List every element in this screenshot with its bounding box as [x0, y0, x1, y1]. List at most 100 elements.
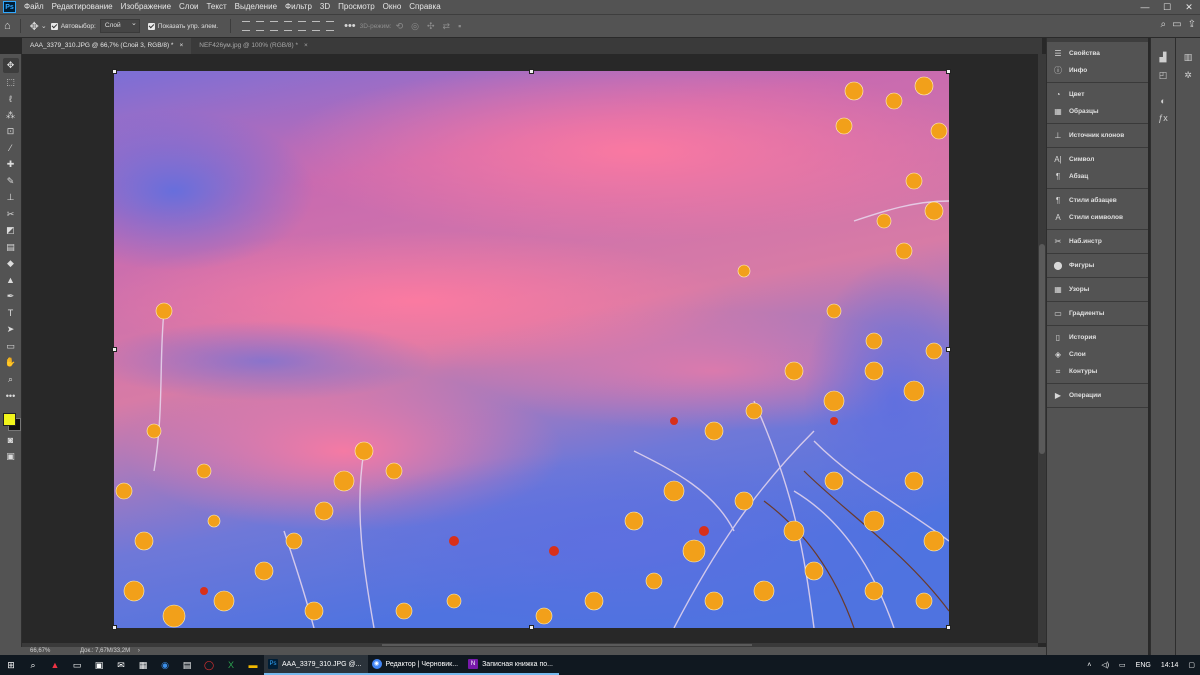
panel-paths[interactable]: ⌗ Контуры: [1047, 363, 1148, 380]
more-options-icon[interactable]: •••: [344, 20, 356, 32]
workspace-icon[interactable]: ▭: [1172, 19, 1181, 30]
brush-tool-icon[interactable]: ✎: [3, 174, 19, 189]
navigator-icon[interactable]: ◰: [1159, 70, 1168, 81]
menu-window[interactable]: Окно: [379, 0, 406, 14]
type-tool-icon[interactable]: T: [3, 306, 19, 321]
align-left-icon[interactable]: [242, 21, 251, 31]
home-icon[interactable]: ⌂: [4, 20, 11, 32]
3d-pan-icon[interactable]: ✣: [427, 21, 435, 32]
close-tab-icon[interactable]: ×: [304, 42, 308, 49]
network-icon[interactable]: ▭: [1119, 661, 1126, 669]
transform-handle[interactable]: [112, 69, 117, 74]
gallery-icon[interactable]: ▦: [132, 655, 154, 675]
panel-clone-source[interactable]: ⊥ Источник клонов: [1047, 127, 1148, 144]
desktop-icon[interactable]: ▭: [66, 655, 88, 675]
align-bottom-icon[interactable]: [312, 21, 321, 31]
align-vcenter-icon[interactable]: [298, 21, 307, 31]
panel-gradients[interactable]: ▭ Градиенты: [1047, 305, 1148, 322]
panel-info[interactable]: ⓘ Инфо: [1047, 62, 1148, 79]
panel-actions[interactable]: ▶ Операции: [1047, 387, 1148, 404]
healing-brush-tool-icon[interactable]: ✚: [3, 157, 19, 172]
rectangle-tool-icon[interactable]: ▭: [3, 339, 19, 354]
hand-tool-icon[interactable]: ✋: [3, 355, 19, 370]
transform-handle[interactable]: [529, 625, 534, 630]
histogram-icon[interactable]: ▟: [1160, 52, 1167, 63]
menu-filter[interactable]: Фильтр: [281, 0, 316, 14]
auto-select-dropdown[interactable]: Слой: [99, 18, 140, 33]
distribute-icon[interactable]: [326, 21, 335, 31]
maximize-button[interactable]: ☐: [1156, 0, 1178, 14]
blur-tool-icon[interactable]: ◆: [3, 256, 19, 271]
taskbar-app-chrome[interactable]: ◉ Редактор | Черновик...: [367, 655, 465, 675]
windows-start-icon[interactable]: ⊞: [0, 655, 22, 675]
menu-image[interactable]: Изображение: [117, 0, 175, 14]
align-top-icon[interactable]: [284, 21, 293, 31]
excel-icon[interactable]: X: [220, 655, 242, 675]
minimize-button[interactable]: —: [1134, 0, 1156, 14]
scrollbar-thumb[interactable]: [382, 644, 752, 646]
panel-shapes[interactable]: ⬤ Фигуры: [1047, 257, 1148, 274]
clock[interactable]: 14:14: [1161, 662, 1179, 669]
search-icon[interactable]: ⌕: [1161, 19, 1167, 30]
scrollbar-thumb[interactable]: [1039, 244, 1045, 454]
menu-edit[interactable]: Редактирование: [48, 0, 117, 14]
styles-fx-icon[interactable]: ƒx: [1158, 113, 1168, 123]
show-transform-checkbox[interactable]: [147, 22, 155, 30]
foreground-color-swatch[interactable]: [2, 412, 16, 426]
clone-stamp-tool-icon[interactable]: ⊥: [3, 190, 19, 205]
calculator-icon[interactable]: ▤: [176, 655, 198, 675]
screen-mode-icon[interactable]: ▣: [3, 449, 19, 464]
menu-3d[interactable]: 3D: [316, 0, 334, 14]
gradient-tool-icon[interactable]: ▤: [3, 240, 19, 255]
panel-paragraph-styles[interactable]: ¶ Стили абзацев: [1047, 192, 1148, 209]
panel-swatches[interactable]: ▦ Образцы: [1047, 103, 1148, 120]
dodge-tool-icon[interactable]: ▲: [3, 273, 19, 288]
3d-camera-icon[interactable]: ▪: [458, 21, 461, 31]
transform-handle[interactable]: [946, 69, 951, 74]
move-tool-icon[interactable]: ✥: [2, 58, 19, 73]
transform-handle[interactable]: [529, 69, 534, 74]
zoom-tool-icon[interactable]: ⌕: [3, 372, 19, 387]
magic-wand-tool-icon[interactable]: ⁂: [3, 108, 19, 123]
path-selection-tool-icon[interactable]: ➤: [3, 322, 19, 337]
panel-character-styles[interactable]: A Стили символов: [1047, 209, 1148, 226]
auto-select-checkbox[interactable]: [50, 22, 58, 30]
panel-character[interactable]: A| Символ: [1047, 151, 1148, 168]
tab-document-1[interactable]: AAA_3379_310.JPG @ 66,7% (Слой 3, RGB/8)…: [22, 38, 192, 54]
3d-slide-icon[interactable]: ⇄: [443, 21, 451, 32]
document-image[interactable]: [114, 71, 949, 628]
canvas-area[interactable]: [22, 54, 1038, 643]
zoom-level[interactable]: 66,67%: [30, 648, 50, 654]
quick-mask-icon[interactable]: ◙: [3, 433, 19, 448]
menu-layers[interactable]: Слои: [175, 0, 202, 14]
panel-history[interactable]: ▯ История: [1047, 329, 1148, 346]
eraser-tool-icon[interactable]: ◩: [3, 223, 19, 238]
search-icon[interactable]: ⌕: [22, 655, 44, 675]
acrobat-icon[interactable]: ▲: [44, 655, 66, 675]
3d-roll-icon[interactable]: ◎: [411, 21, 419, 32]
marquee-tool-icon[interactable]: ⬚: [3, 75, 19, 90]
close-tab-icon[interactable]: ×: [179, 42, 183, 49]
3d-orbit-icon[interactable]: ⟲: [396, 21, 404, 32]
browser-icon[interactable]: ◉: [154, 655, 176, 675]
adjustments-icon[interactable]: ◐: [1160, 96, 1165, 106]
transform-handle[interactable]: [946, 347, 951, 352]
history-brush-tool-icon[interactable]: ✂: [3, 207, 19, 222]
chevron-down-icon[interactable]: ⌄: [41, 22, 47, 30]
status-menu-arrow[interactable]: ›: [138, 648, 140, 654]
menu-select[interactable]: Выделение: [231, 0, 281, 14]
panel-tool-presets[interactable]: ✂ Наб.инстр: [1047, 233, 1148, 250]
volume-icon[interactable]: ◁): [1101, 661, 1109, 669]
pen-tool-icon[interactable]: ✒: [3, 289, 19, 304]
language-indicator[interactable]: ENG: [1136, 662, 1151, 669]
more-tools-icon[interactable]: •••: [3, 388, 19, 403]
move-tool-preset-icon[interactable]: ✥: [30, 20, 39, 33]
transform-handle[interactable]: [112, 625, 117, 630]
crop-tool-icon[interactable]: ⊡: [3, 124, 19, 139]
transform-handle[interactable]: [112, 347, 117, 352]
taskbar-app-onenote[interactable]: N Записная книжка по...: [464, 655, 559, 675]
menu-file[interactable]: Файл: [20, 0, 48, 14]
lasso-tool-icon[interactable]: ℓ: [3, 91, 19, 106]
mail-icon[interactable]: ✉: [110, 655, 132, 675]
libraries-icon[interactable]: ▥: [1184, 52, 1193, 63]
